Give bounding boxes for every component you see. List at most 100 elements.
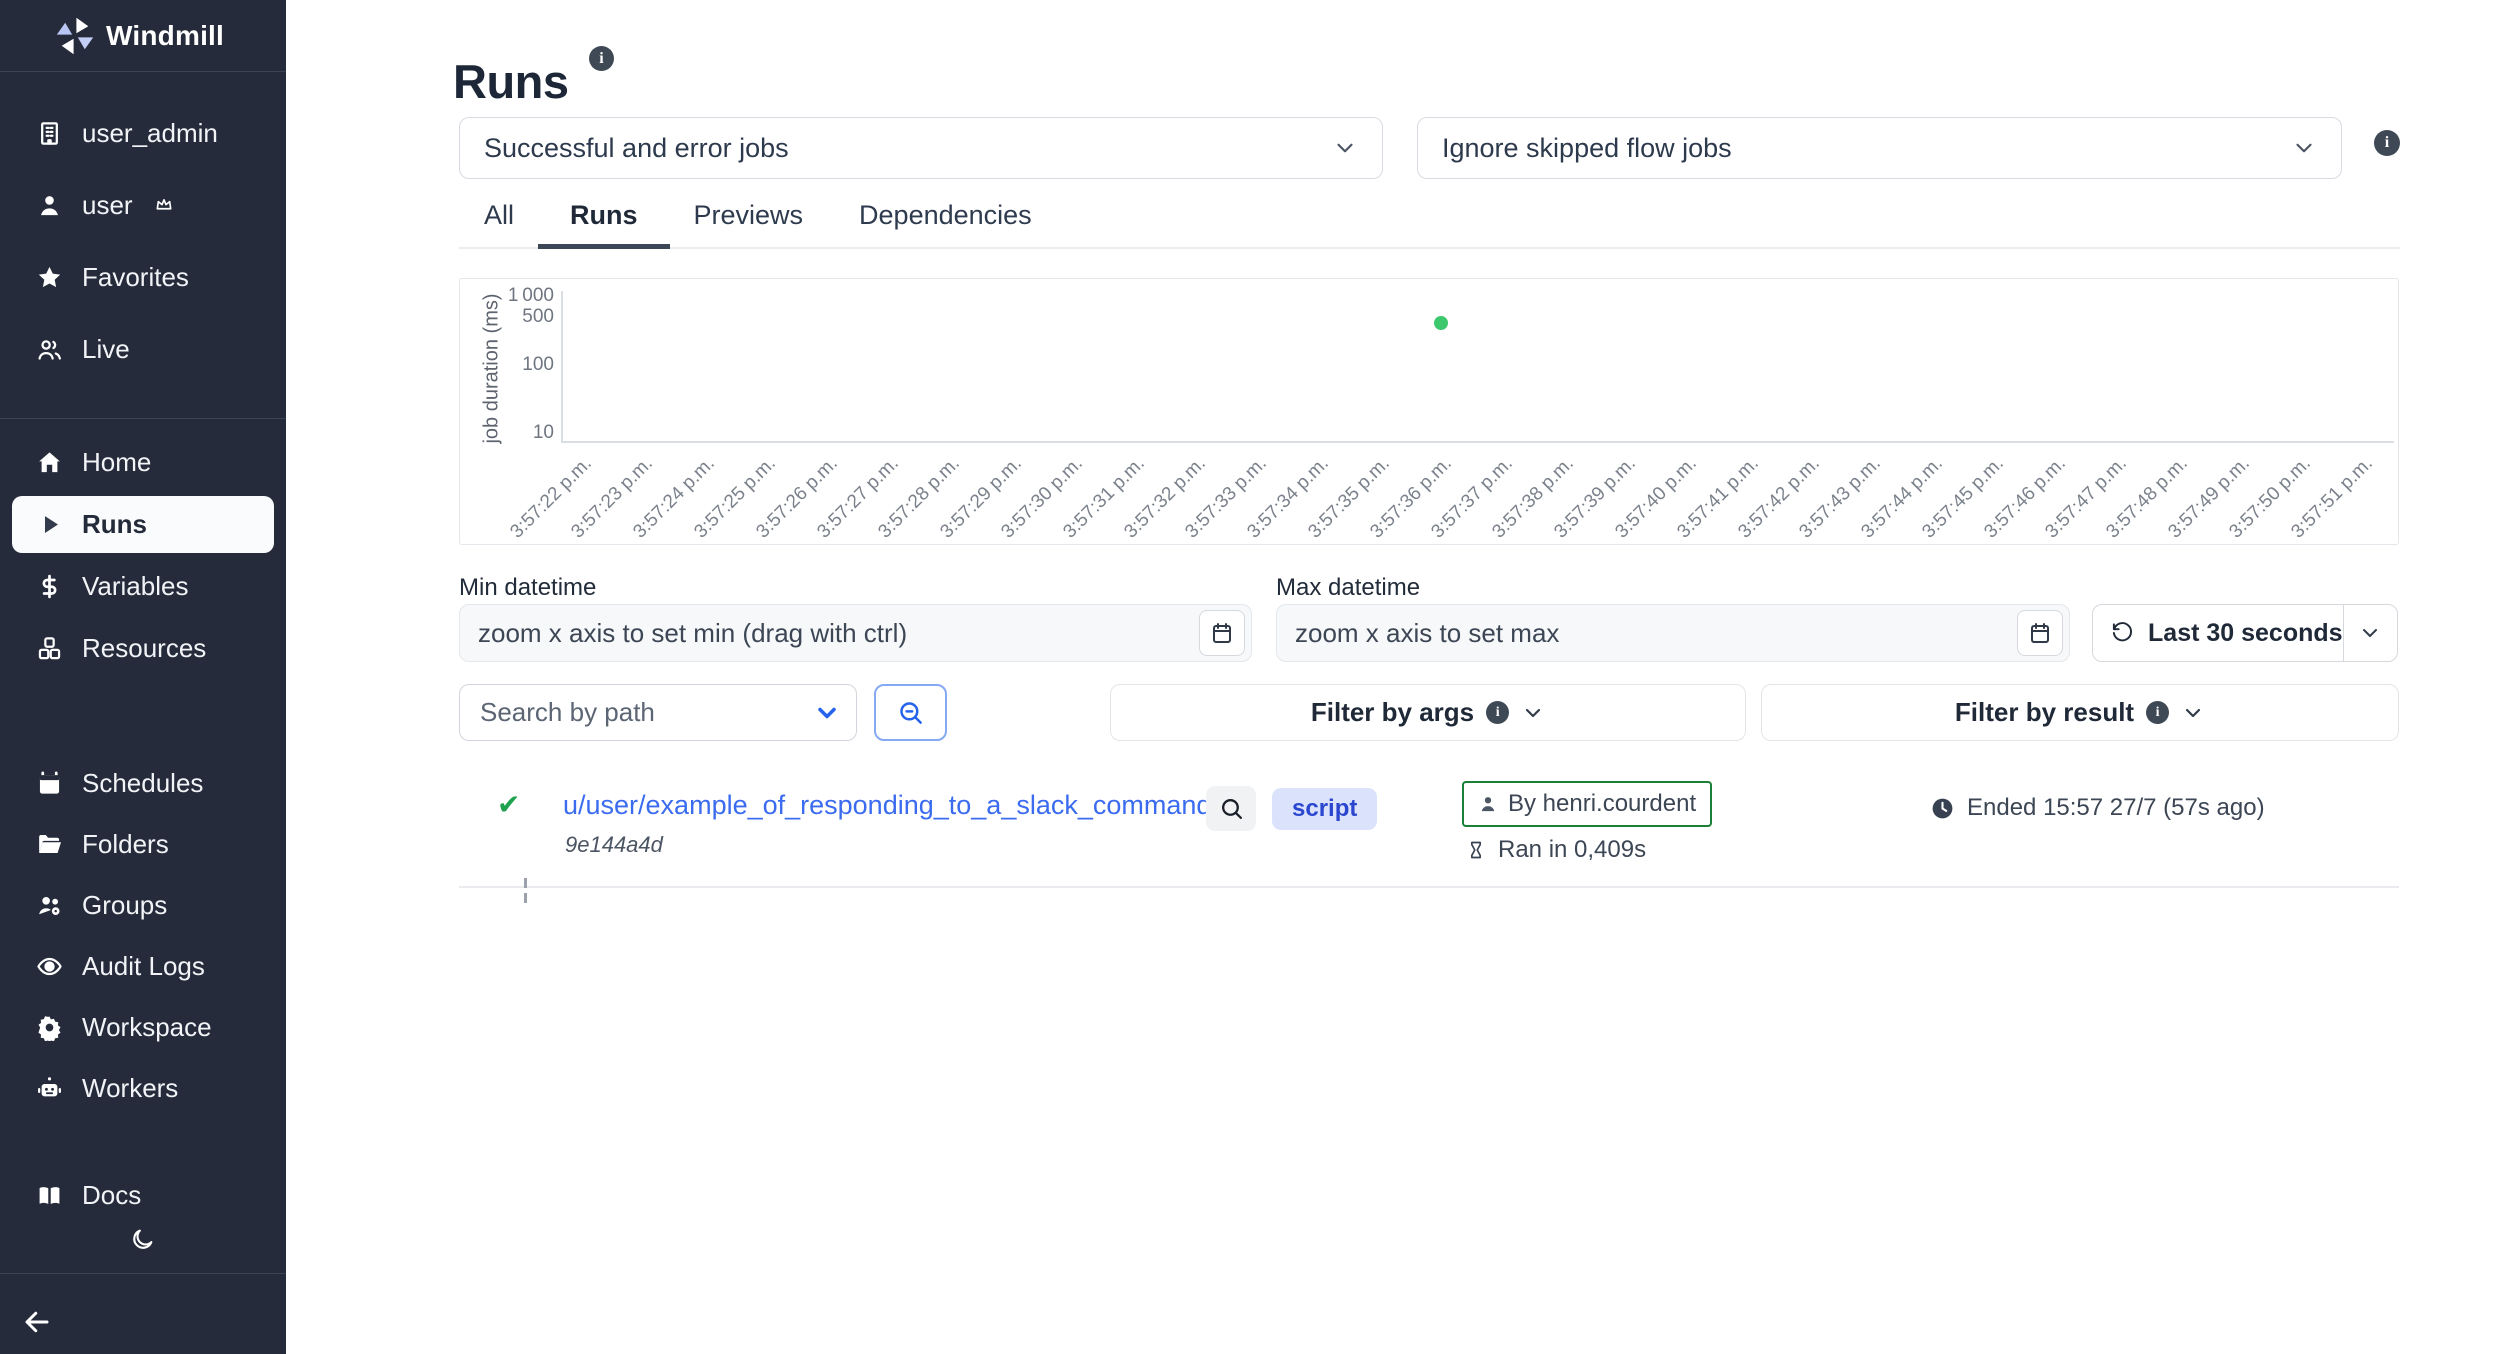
tab-dependencies[interactable]: Dependencies (857, 200, 1034, 247)
timeline-tick (524, 893, 527, 903)
sidebar-item-runs[interactable]: Runs (12, 496, 274, 553)
clock-icon (1930, 796, 1955, 821)
flow-filter-info-icon[interactable]: i (2374, 130, 2400, 156)
tab-previews[interactable]: Previews (692, 200, 806, 247)
time-range-label: Last 30 seconds (2148, 619, 2343, 648)
job-status-filter-select[interactable]: Successful and error jobs (459, 117, 1383, 179)
chart-x-axis-line (561, 441, 2394, 443)
min-datetime-calendar-button[interactable] (1199, 610, 1245, 656)
sidebar-item-label: Schedules (82, 768, 203, 799)
users-icon (36, 336, 63, 363)
windmill-logo-icon (54, 15, 96, 57)
triggered-by-box[interactable]: By henri.courdent (1462, 781, 1712, 827)
run-id: 9e144a4d (565, 832, 663, 858)
run-duration-label: Ran in 0,409s (1498, 836, 1646, 864)
skipped-flow-filter-select[interactable]: Ignore skipped flow jobs (1417, 117, 2342, 179)
robot-icon (36, 1075, 63, 1102)
info-icon: i (2146, 701, 2169, 724)
sidebar-item-label: Variables (82, 571, 188, 602)
tab-runs[interactable]: Runs (568, 200, 640, 247)
title-info-icon[interactable]: i (589, 46, 614, 71)
sidebar-item-label: Live (82, 334, 130, 365)
sidebar-item-folders[interactable]: Folders (0, 814, 286, 875)
home-icon (36, 449, 63, 476)
sidebar-item-workspace[interactable]: Workspace (0, 997, 286, 1058)
sidebar-item-label: user (82, 190, 133, 221)
info-icon: i (1486, 701, 1509, 724)
runs-page: Windmill user_adminuser Favorites Live Hom… (0, 0, 2500, 1354)
sidebar-group-footer: Docs (0, 1164, 286, 1226)
sidebar-item-label: Workers (82, 1073, 178, 1104)
run-row[interactable]: ✔ u/user/example_of_responding_to_a_slac… (459, 764, 2399, 888)
time-range-dropdown-button[interactable] (2344, 621, 2397, 645)
min-datetime-label: Min datetime (459, 574, 596, 602)
collapse-sidebar-button[interactable] (22, 1302, 66, 1342)
skipped-flow-filter-value: Ignore skipped flow jobs (1442, 133, 1732, 164)
sidebar-item-resources[interactable]: Resources (0, 617, 286, 679)
filter-by-args-label: Filter by args (1311, 697, 1474, 728)
max-datetime-input[interactable] (1276, 604, 2070, 662)
sidebar-item-live[interactable]: Live (0, 313, 286, 385)
sidebar-group-main: HomeRuns Variables Resources (0, 431, 286, 679)
sidebar-item-label: Audit Logs (82, 951, 205, 982)
max-datetime-calendar-button[interactable] (2017, 610, 2063, 656)
run-path-link[interactable]: u/user/example_of_responding_to_a_slack_… (563, 790, 1211, 821)
sidebar-item-user-admin[interactable]: user_admin (0, 97, 286, 169)
chevron-down-icon (1332, 135, 1358, 161)
sidebar-item-home[interactable]: Home (0, 431, 286, 493)
calendar-icon (2028, 621, 2052, 645)
max-datetime-field (1276, 604, 2070, 662)
sidebar-item-user[interactable]: user (0, 169, 286, 241)
sidebar-item-label: Workspace (82, 1012, 212, 1043)
star-icon (36, 264, 63, 291)
sidebar-item-variables[interactable]: Variables (0, 555, 286, 617)
max-datetime-label: Max datetime (1276, 574, 1420, 602)
inspect-run-button[interactable] (1206, 786, 1256, 831)
user-icon (36, 192, 63, 219)
sidebar-divider (0, 418, 286, 419)
calendar-icon (1210, 621, 1234, 645)
job-status-filter-value: Successful and error jobs (484, 133, 789, 164)
groups-icon (36, 892, 63, 919)
sidebar-group-admin: Schedules Folders Groups Audit Logs Workspac… (0, 753, 286, 1119)
sidebar-item-schedules[interactable]: Schedules (0, 753, 286, 814)
sidebar-item-label: Folders (82, 829, 169, 860)
success-check-icon: ✔ (497, 788, 520, 821)
logo-text: Windmill (106, 20, 224, 52)
job-duration-chart[interactable]: job duration (ms) 1 00050010010 3:57:22 … (459, 278, 2399, 545)
min-datetime-input[interactable] (459, 604, 1252, 662)
sidebar: Windmill user_adminuser Favorites Live Hom… (0, 0, 286, 1354)
filter-by-args-button[interactable]: Filter by args i (1110, 684, 1746, 741)
filter-by-result-button[interactable]: Filter by result i (1761, 684, 2399, 741)
time-range-button[interactable]: Last 30 seconds (2092, 604, 2398, 662)
sidebar-divider (0, 71, 286, 72)
sidebar-item-workers[interactable]: Workers (0, 1058, 286, 1119)
sidebar-item-docs[interactable]: Docs (0, 1164, 286, 1226)
user-icon (1478, 794, 1498, 814)
sidebar-divider (0, 1273, 286, 1274)
search-button[interactable] (874, 684, 947, 741)
search-icon (897, 699, 924, 726)
sidebar-item-favorites[interactable]: Favorites (0, 241, 286, 313)
sidebar-item-label: Groups (82, 890, 167, 921)
gear-icon (36, 1014, 63, 1041)
play-icon (36, 511, 63, 538)
sidebar-item-audit-logs[interactable]: Audit Logs (0, 936, 286, 997)
magnifier-icon (1219, 796, 1244, 821)
chart-data-point[interactable] (1434, 316, 1448, 330)
folder-icon (36, 831, 63, 858)
chart-y-tick: 100 (460, 352, 554, 378)
sidebar-item-label: Favorites (82, 262, 189, 293)
theme-toggle-moon-icon[interactable] (124, 1222, 160, 1256)
tab-all[interactable]: All (482, 200, 516, 247)
windmill-logo[interactable]: Windmill (0, 0, 286, 71)
min-datetime-field (459, 604, 1252, 662)
search-by-path-input[interactable] (459, 684, 857, 741)
chevron-down-icon[interactable] (813, 699, 841, 727)
chevron-down-icon (1521, 701, 1545, 725)
dollar-icon (36, 573, 63, 600)
job-kind-badge: script (1272, 788, 1377, 830)
sidebar-item-groups[interactable]: Groups (0, 875, 286, 936)
sidebar-group-workspace: user_adminuser Favorites Live (0, 97, 286, 385)
refresh-icon (2111, 620, 2134, 646)
